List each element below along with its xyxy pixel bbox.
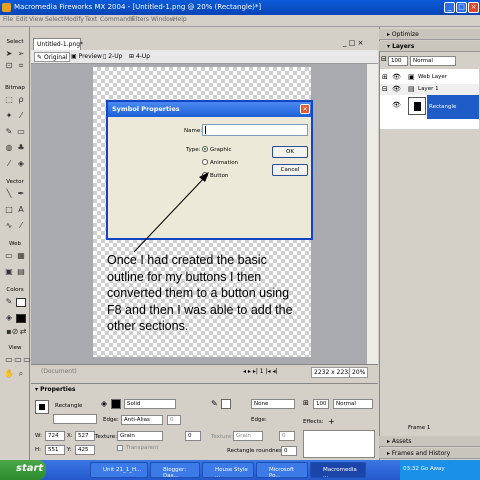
x-field[interactable]: 527	[75, 431, 95, 441]
frames-history-panel-header[interactable]: ▸ Frames and History	[379, 448, 480, 459]
effects-label: Effects:	[303, 419, 324, 425]
fill-type-select[interactable]: Solid	[124, 399, 176, 409]
width-field[interactable]: 724	[45, 431, 65, 441]
system-tray-clock: 03:32 Go Away	[400, 460, 480, 480]
expand-icon[interactable]: ⊞	[382, 73, 388, 81]
start-button[interactable]: start	[0, 460, 46, 480]
add-effect-icon[interactable]: +	[328, 417, 335, 426]
assets-label: Assets	[391, 438, 412, 445]
stroke-texture-label: Texture:	[211, 434, 233, 440]
edge-label: Edge:	[103, 417, 119, 423]
roundness-label: Rectangle roundness:	[227, 448, 287, 454]
y-field[interactable]: 425	[75, 445, 95, 455]
texture-label: Texture:	[95, 434, 117, 440]
opacity-icon: ⊞	[303, 399, 309, 407]
edge-select[interactable]: Anti-Alias	[121, 415, 163, 425]
transparent-label: Transparent	[126, 445, 159, 451]
texture-value[interactable]: 0	[185, 431, 201, 441]
properties-panel: ▾ Properties Rectangle W: 724 X: 527 H: …	[31, 383, 378, 460]
stroke-type-select[interactable]: None	[251, 399, 295, 409]
stroke-edge-label: Edge:	[251, 417, 267, 423]
object-name-field[interactable]	[53, 414, 97, 424]
frame-label[interactable]: Frame 1	[408, 425, 430, 431]
web-layer-row[interactable]: ⊞ 👁 ▣ Web Layer	[380, 72, 479, 83]
effects-list[interactable]	[303, 430, 375, 458]
y-label: Y:	[67, 447, 72, 453]
layer1-row[interactable]: ⊟ 👁 ▤ Layer 1	[380, 84, 479, 95]
stroke-color-swatch[interactable]	[221, 399, 231, 409]
edge-value[interactable]: 0	[167, 415, 181, 425]
h-label: H:	[35, 447, 41, 453]
eye-icon[interactable]: 👁	[392, 101, 401, 109]
collapse-icon[interactable]: ⊟	[382, 85, 388, 93]
task-item[interactable]: House Style ...	[202, 462, 254, 478]
opacity-field[interactable]: 100	[313, 399, 329, 409]
optimize-panel-header[interactable]: ▸ Optimize	[379, 29, 480, 40]
optimize-label: Optimize	[391, 31, 419, 38]
height-field[interactable]: 551	[45, 445, 65, 455]
properties-header[interactable]: ▾ Properties	[35, 386, 75, 393]
texture-select[interactable]: Grain	[117, 431, 163, 441]
stroke-pencil-icon: ✎	[211, 399, 218, 408]
object-thumbnail	[408, 97, 426, 115]
task-item[interactable]: Unit 21_1_H...	[90, 462, 148, 478]
web-layer-label: Web Layer	[418, 74, 448, 80]
frames-history-label: Frames and History	[391, 450, 451, 457]
layers-label: Layers	[392, 43, 415, 50]
rectangle-object-label: Rectangle	[429, 104, 457, 110]
object-type-shape	[39, 404, 45, 410]
blend-mode-select[interactable]: Normal	[333, 399, 373, 409]
layer-blend-mode[interactable]: Normal	[410, 56, 456, 66]
annotation-text: Once I had created the basic outline for…	[107, 253, 293, 333]
x-label: X:	[67, 433, 73, 439]
stroke-texture-value[interactable]: 0	[279, 431, 295, 441]
rectangle-object-row[interactable]: 👁 Rectangle	[380, 95, 479, 119]
stroke-texture-select[interactable]: Grain	[233, 431, 263, 441]
folder-icon: ▤	[408, 85, 415, 93]
layers-panel-header[interactable]: ▾ Layers	[379, 41, 480, 52]
fill-bucket-icon: ◈	[101, 399, 108, 408]
web-layer-icon: ▣	[408, 73, 415, 81]
eye-icon[interactable]: 👁	[392, 85, 401, 93]
object-name: Rectangle	[55, 403, 83, 409]
w-label: W:	[35, 433, 42, 439]
eye-icon[interactable]: 👁	[392, 73, 401, 81]
thumbnail-shape	[414, 102, 421, 111]
task-item[interactable]: Microsoft Po...	[256, 462, 308, 478]
task-item[interactable]: Blogger: Das...	[150, 462, 200, 478]
roundness-field[interactable]: 0	[281, 446, 297, 456]
fill-color-swatch[interactable]	[111, 399, 121, 409]
assets-panel-header[interactable]: ▸ Assets	[379, 436, 480, 447]
task-item-active[interactable]: Macromedia ...	[310, 462, 366, 478]
properties-title: Properties	[40, 386, 76, 393]
transparent-checkbox[interactable]	[117, 445, 123, 451]
layers-footer: Frame 1	[380, 422, 479, 434]
layer-opacity-field[interactable]: 100	[388, 56, 408, 66]
layer1-label: Layer 1	[418, 86, 439, 92]
object-type-icon	[35, 400, 49, 414]
